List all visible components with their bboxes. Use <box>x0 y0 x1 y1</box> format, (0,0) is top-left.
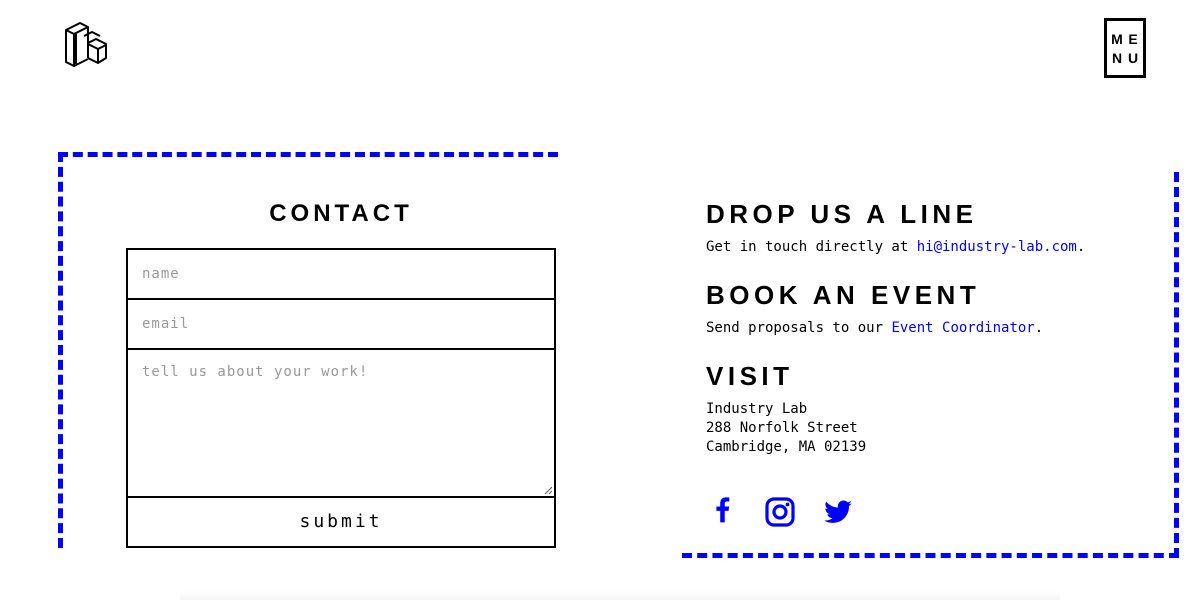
email-input[interactable]: email <box>126 298 556 350</box>
address-line: 288 Norfolk Street <box>706 420 858 436</box>
contact-title: CONTACT <box>269 200 413 227</box>
address: Industry Lab 288 Norfolk Street Cambridg… <box>706 400 1166 457</box>
book-event-text-before: Send proposals to our <box>706 320 892 336</box>
footer-shadow <box>180 590 1060 600</box>
dashed-frame-left <box>58 152 63 548</box>
drop-line-title: DROP US A LINE <box>706 199 978 229</box>
message-placeholder: tell us about your work! <box>142 364 369 380</box>
book-event-section: BOOK AN EVENT Send proposals to our Even… <box>706 279 1166 338</box>
address-line: Cambridge, MA 02139 <box>706 439 867 455</box>
menu-letter: E <box>1128 30 1138 47</box>
dashed-frame-right <box>1174 172 1179 558</box>
drop-line-section: DROP US A LINE Get in touch directly at … <box>706 198 1166 257</box>
message-textarea[interactable]: tell us about your work! <box>126 348 556 498</box>
email-link[interactable]: hi@industry-lab.com <box>917 239 1077 255</box>
dashed-frame-bottom <box>682 553 1179 558</box>
drop-line-text: Get in touch directly at hi@industry-lab… <box>706 238 1166 257</box>
event-coordinator-link[interactable]: Event Coordinator <box>891 320 1034 336</box>
visit-title: VISIT <box>706 361 794 391</box>
visit-section: VISIT Industry Lab 288 Norfolk Street Ca… <box>706 360 1166 457</box>
menu-letter: U <box>1127 49 1139 66</box>
contact-form: name email tell us about your work! subm… <box>126 248 556 548</box>
book-event-text-after: . <box>1034 320 1044 336</box>
twitter-icon[interactable] <box>822 496 854 528</box>
instagram-icon[interactable] <box>764 496 796 528</box>
book-event-text: Send proposals to our Event Coordinator. <box>706 319 1166 338</box>
menu-letter: M <box>1111 30 1123 47</box>
contact-page: M E N U CONTACT name email tell us about… <box>0 0 1200 600</box>
name-input[interactable]: name <box>126 248 556 300</box>
address-line: Industry Lab <box>706 401 808 417</box>
menu-button[interactable]: M E N U <box>1104 18 1146 78</box>
facebook-icon[interactable] <box>706 496 738 528</box>
drop-line-text-after: . <box>1076 239 1086 255</box>
info-column: DROP US A LINE Get in touch directly at … <box>706 198 1166 457</box>
dashed-frame-top <box>58 152 558 157</box>
drop-line-text-before: Get in touch directly at <box>706 239 917 255</box>
resize-handle-icon[interactable] <box>544 486 552 494</box>
menu-letter: N <box>1111 49 1123 66</box>
book-event-title: BOOK AN EVENT <box>706 280 981 310</box>
submit-button[interactable]: submit <box>126 496 556 548</box>
social-links <box>706 496 854 528</box>
cubes-logo-icon[interactable] <box>62 18 118 74</box>
